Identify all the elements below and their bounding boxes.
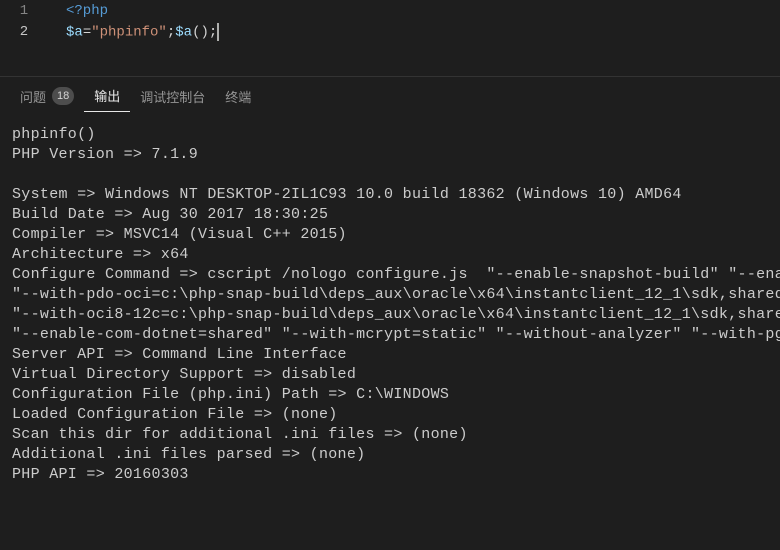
panel-tabs: 问题 18 输出 调试控制台 终端: [0, 77, 780, 111]
code-token: ;: [167, 24, 175, 40]
output-panel[interactable]: phpinfo() PHP Version => 7.1.9 System =>…: [0, 111, 780, 550]
panel-tab-label: 调试控制台: [140, 87, 205, 106]
count-badge: 18: [52, 87, 74, 105]
code-token: $a: [66, 24, 83, 40]
panel-tab[interactable]: 终端: [215, 83, 261, 112]
panel-tab[interactable]: 输出: [84, 82, 130, 112]
panel-tab[interactable]: 调试控制台: [130, 83, 215, 112]
panel-tab-label: 终端: [225, 87, 251, 106]
code-editor[interactable]: 1<?php2$a="phpinfo";$a();: [0, 0, 780, 76]
panel-tab-label: 输出: [94, 86, 120, 105]
text-cursor: [217, 23, 219, 41]
panel-tab[interactable]: 问题 18: [10, 83, 84, 112]
code-content[interactable]: <?php: [48, 3, 108, 19]
code-token: =: [83, 24, 91, 40]
code-token: ();: [192, 24, 217, 40]
code-content[interactable]: $a="phpinfo";$a();: [48, 23, 219, 41]
panel-tab-label: 问题: [20, 87, 46, 106]
code-line[interactable]: 1 <?php: [0, 0, 780, 21]
line-number: 2: [0, 24, 48, 40]
line-number: 1: [0, 3, 48, 19]
bottom-panel: 问题 18 输出 调试控制台 终端 phpinfo() PHP Version => 7…: [0, 76, 780, 550]
code-token: $a: [175, 24, 192, 40]
code-token: "phpinfo": [91, 24, 167, 40]
code-line[interactable]: 2$a="phpinfo";$a();: [0, 21, 780, 42]
code-token: <?php: [66, 3, 108, 19]
